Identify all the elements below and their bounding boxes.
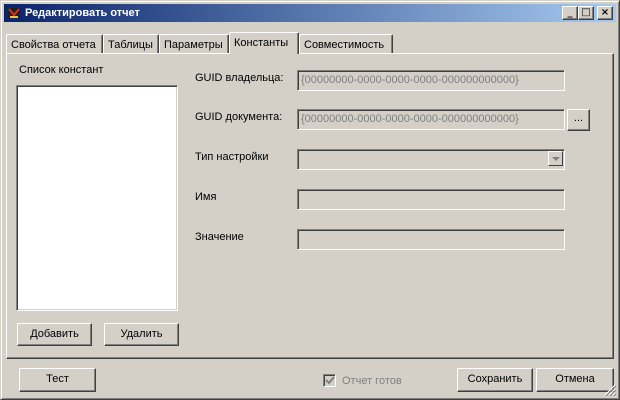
setting-type-label: Тип настройки [195,151,269,163]
tab-constants[interactable]: Константы [229,32,299,54]
browse-button[interactable]: ... [567,109,590,131]
tab-label: Таблицы [108,39,153,51]
value-label: Значение [195,231,244,243]
checkmark-icon [325,376,335,385]
maximize-icon: □ [581,7,591,18]
edit-report-dialog: Редактировать отчет _ □ × Свойства отчет… [0,0,620,400]
owner-guid-label: GUID владельца: [195,72,284,84]
constants-list[interactable] [16,85,178,311]
tab-label: Совместимость [304,39,385,51]
tab-compatibility[interactable]: Совместимость [299,34,393,53]
window-title: Редактировать отчет [25,7,140,19]
name-field[interactable] [297,189,565,210]
app-icon [7,6,21,20]
document-guid-field[interactable]: {00000000-0000-0000-0000-000000000000} [297,109,565,130]
add-button[interactable]: Добавить [17,323,92,346]
tab-tables[interactable]: Таблицы [103,34,159,53]
minimize-button[interactable]: _ [562,6,578,20]
title-bar[interactable]: Редактировать отчет _ □ × [4,4,616,22]
report-ready-checkbox[interactable] [323,374,336,387]
tab-label: Свойства отчета [11,39,96,51]
cancel-button[interactable]: Отмена [536,368,614,392]
constants-list-label: Список констант [19,64,104,76]
setting-type-select[interactable] [297,149,565,170]
close-icon: × [600,7,610,18]
close-button[interactable]: × [597,6,613,20]
chevron-down-icon[interactable] [548,151,563,166]
document-guid-label: GUID документа: [195,111,283,123]
tab-report-properties[interactable]: Свойства отчета [6,34,103,53]
tab-label: Параметры [164,39,223,51]
save-button[interactable]: Сохранить [457,368,533,392]
value-field[interactable] [297,229,565,250]
test-button[interactable]: Тест [19,368,96,392]
delete-button[interactable]: Удалить [104,323,179,346]
name-label: Имя [195,191,217,203]
tab-label: Константы [234,37,289,49]
resize-grip-icon[interactable] [604,384,616,396]
report-ready-label: Отчет готов [342,375,402,387]
tab-parameters[interactable]: Параметры [159,34,229,53]
minimize-icon: _ [567,7,573,18]
maximize-button[interactable]: □ [578,6,594,20]
owner-guid-field[interactable]: {00000000-0000-0000-0000-000000000000} [297,70,565,91]
